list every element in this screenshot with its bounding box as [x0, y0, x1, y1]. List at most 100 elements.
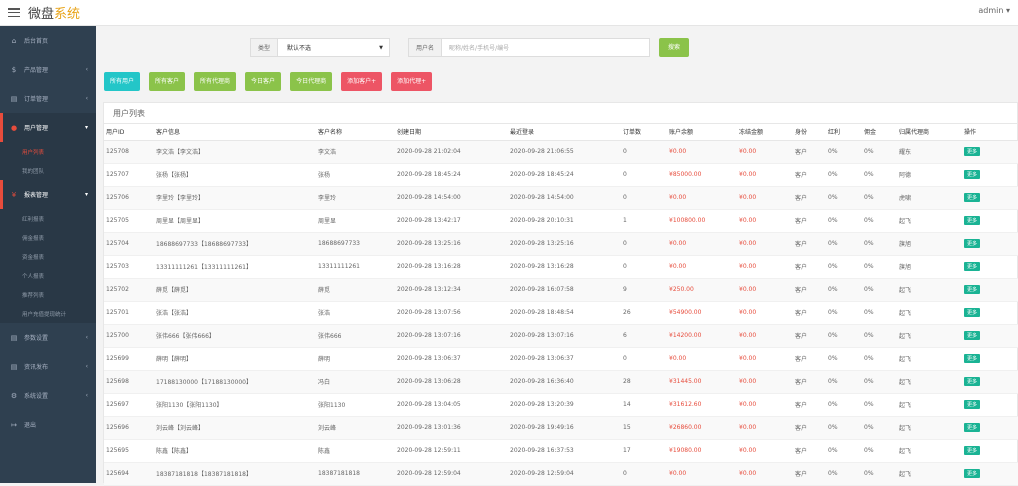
chevron-icon: ‹: [85, 392, 88, 399]
column-header: 冻结金额: [737, 124, 793, 141]
table-cell: 2020-09-28 13:07:56: [395, 301, 508, 325]
sidebar-item-label: 订单管理: [24, 96, 49, 103]
table-cell: 起飞: [897, 209, 962, 233]
table-cell: 2020-09-28 13:01:36: [395, 416, 508, 440]
sidebar-item[interactable]: ▤ 资讯发布 ‹: [0, 352, 96, 381]
table-cell: ¥54900.00: [667, 301, 737, 325]
table-cell: 冯白: [316, 370, 395, 394]
filter-buttons: 所有用户 所有客户 所有代理商 今日客户 今日代理商 添加客户+ 添加代理+: [104, 72, 441, 91]
sidebar-item[interactable]: ▤ 订单管理 ‹: [0, 84, 96, 113]
more-button[interactable]: 更多: [964, 170, 981, 179]
logout-icon: ↦: [11, 420, 17, 429]
more-button[interactable]: 更多: [964, 400, 981, 409]
table-cell: 周里显【周里显】: [154, 209, 316, 233]
table-row: 125702 薛觅【薛觅】 薛觅 2020-09-28 13:12:34 2020-09…: [104, 278, 1018, 302]
table-cell: ¥0.00: [737, 209, 793, 233]
column-header: 红利: [826, 124, 862, 141]
sidebar-item[interactable]: ⌂ 后台首页: [0, 26, 96, 55]
table-cell: 李里玲: [316, 186, 395, 210]
sidebar-subitem[interactable]: 资金报表: [0, 247, 96, 266]
more-button[interactable]: 更多: [964, 239, 981, 248]
sidebar-subitem[interactable]: 我的团队: [0, 161, 96, 180]
table-cell: ¥0.00: [737, 439, 793, 463]
action-button[interactable]: 添加客户+: [341, 72, 383, 91]
table-cell: 2020-09-28 21:02:04: [395, 140, 508, 164]
sidebar-subitem[interactable]: 红利报表: [0, 209, 96, 228]
action-button[interactable]: 所有代理商: [194, 72, 237, 91]
more-cell: 更多: [962, 140, 1018, 164]
more-button[interactable]: 更多: [964, 193, 981, 202]
sidebar-item[interactable]: $ 产品管理 ‹: [0, 55, 96, 84]
table-cell: ¥0.00: [737, 301, 793, 325]
action-button[interactable]: 添加代理+: [391, 72, 433, 91]
sidebar-subitem[interactable]: 佣金报表: [0, 228, 96, 247]
table-cell: 2020-09-28 16:36:40: [508, 370, 621, 394]
table-cell: 2020-09-28 13:07:16: [395, 324, 508, 348]
more-button[interactable]: 更多: [964, 147, 981, 156]
sidebar-item[interactable]: ● 用户管理 ▾: [0, 113, 96, 142]
table-cell: 0: [621, 347, 667, 371]
more-button[interactable]: 更多: [964, 354, 981, 363]
table-cell: ¥0.00: [737, 393, 793, 417]
user-table: 用户ID 客户信息 客户名称 创建日期 最近登录 订单数 账户余额 冻结金额 身份 红利 佣金 归属代…: [104, 124, 1018, 486]
table-cell: 起飞: [897, 347, 962, 371]
table-cell: 客户: [793, 301, 826, 325]
column-header: 用户ID: [104, 124, 154, 141]
sidebar-item[interactable]: ▤ 参数设置 ‹: [0, 323, 96, 352]
table-cell: 0%: [826, 186, 862, 210]
action-button[interactable]: 所有用户: [104, 72, 141, 91]
more-button[interactable]: 更多: [964, 262, 981, 271]
more-button[interactable]: 更多: [964, 446, 981, 455]
username-search-input[interactable]: 昵称/姓名/手机号/编号: [442, 38, 651, 57]
sidebar-subitem[interactable]: 推荐列表: [0, 285, 96, 304]
sidebar-subitem[interactable]: 用户充值提现统计: [0, 304, 96, 323]
table-row: 125697 张阳1130【张阳1130】 张阳1130 2020-09-28 13:…: [104, 393, 1018, 417]
table-cell: 17188130000【17188130000】: [154, 370, 316, 394]
table-cell: 0%: [826, 462, 862, 486]
table-cell: 客户: [793, 232, 826, 256]
user-list-panel: 用户列表 用户ID 客户信息 客户名称 创建日期 最近登录 订单数 账户余额 冻结金额 身份 红利…: [103, 102, 1018, 486]
table-cell: 2020-09-28 20:10:31: [508, 209, 621, 233]
table-cell: 0%: [862, 209, 897, 233]
table-cell: 2020-09-28 13:12:34: [395, 278, 508, 302]
more-button[interactable]: 更多: [964, 377, 981, 386]
table-cell: 李文浩: [316, 140, 395, 164]
action-button[interactable]: 所有客户: [149, 72, 186, 91]
more-button[interactable]: 更多: [964, 216, 981, 225]
table-row: 125696 刘云峰【刘云峰】 刘云峰 2020-09-28 13:01:36 2020…: [104, 416, 1018, 440]
table-cell: 0%: [862, 347, 897, 371]
sidebar-item-label: 后台首页: [24, 38, 49, 45]
menu-toggle-icon[interactable]: [8, 8, 20, 17]
sidebar-item-label: 系统设置: [24, 393, 49, 400]
table-cell: 0: [621, 140, 667, 164]
more-button[interactable]: 更多: [964, 308, 981, 317]
table-cell: 0%: [862, 232, 897, 256]
more-button[interactable]: 更多: [964, 423, 981, 432]
table-row: 125703 13311111261【13311111261】 1331111126…: [104, 255, 1018, 279]
table-cell: 125707: [104, 163, 154, 187]
sidebar-item[interactable]: ⚙ 系统设置 ‹: [0, 381, 96, 410]
user-menu[interactable]: admin ▾: [978, 6, 1010, 15]
dashboard-icon: ⌂: [11, 36, 17, 45]
type-select[interactable]: 默认不选 ▼: [278, 38, 391, 57]
table-row: 125699 薛明【薛明】 薛明 2020-09-28 13:06:37 2020-09…: [104, 347, 1018, 371]
table-cell: 薛明: [316, 347, 395, 371]
sidebar-subitem[interactable]: 用户列表: [0, 142, 96, 161]
sidebar-item[interactable]: ¥ 报表管理 ▾: [0, 180, 96, 209]
table-cell: 2020-09-28 13:20:39: [508, 393, 621, 417]
action-button[interactable]: 今日代理商: [290, 72, 333, 91]
more-button[interactable]: 更多: [964, 285, 981, 294]
box-icon: $: [11, 65, 17, 74]
table-cell: ¥0.00: [737, 232, 793, 256]
more-button[interactable]: 更多: [964, 331, 981, 340]
search-button[interactable]: 搜索: [659, 38, 690, 57]
sidebar-item-label: 参数设置: [24, 335, 49, 342]
sidebar-item[interactable]: ↦ 退出: [0, 410, 96, 439]
action-button[interactable]: 今日客户: [245, 72, 282, 91]
table-cell: 旗旭: [897, 255, 962, 279]
more-button[interactable]: 更多: [964, 469, 981, 478]
table-cell: 2020-09-28 12:59:11: [395, 439, 508, 463]
sidebar-subitem[interactable]: 个人报表: [0, 266, 96, 285]
column-header: 订单数: [621, 124, 667, 141]
table-cell: 13311111261【13311111261】: [154, 255, 316, 279]
